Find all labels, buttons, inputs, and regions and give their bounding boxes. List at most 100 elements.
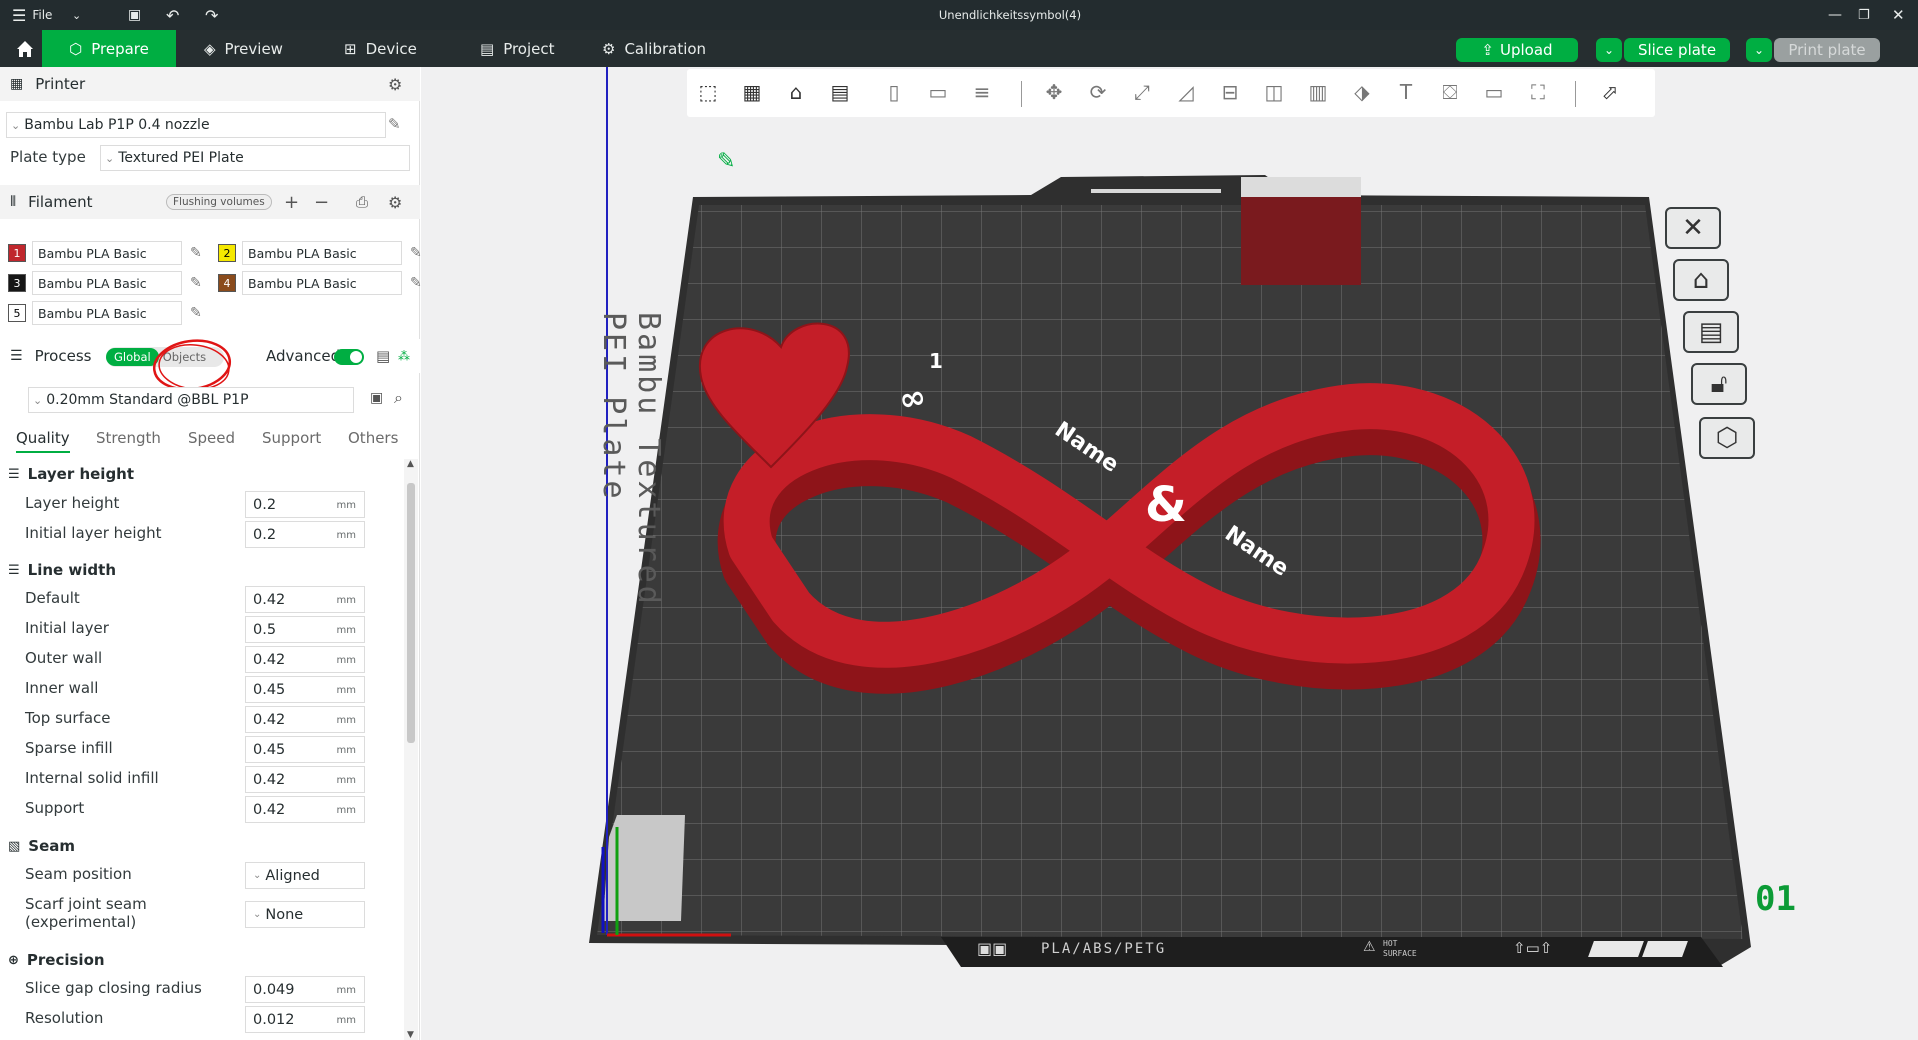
subtab-strength[interactable]: Strength (96, 429, 161, 447)
setting-top-surface-input[interactable]: 0.42 mm (245, 706, 365, 733)
filament-5-name[interactable]: Bambu PLA Basic (32, 301, 182, 325)
unit-label: mm (336, 715, 356, 726)
setting-value: 0.45 (253, 681, 286, 698)
tab-project[interactable]: ▤ Project (480, 30, 555, 67)
filament-slot-3[interactable]: 3 Bambu PLA Basic ✎ (8, 271, 202, 295)
setting-resolution-input[interactable]: 0.012 mm (245, 1006, 365, 1033)
setting-layer-height-input[interactable]: 0.2 mm (245, 491, 365, 518)
slice-dropdown-chevron-icon[interactable]: ⌄ (1596, 38, 1622, 62)
filament-settings-gear-icon[interactable]: ⚙ (388, 193, 402, 212)
upload-button[interactable]: ⇪ Upload (1456, 38, 1578, 62)
filament-3-swatch[interactable]: 3 (8, 274, 26, 292)
lock-plate-icon[interactable]: 🔓︎ (1691, 363, 1747, 405)
layer-height-icon: ☰ (8, 466, 20, 482)
printer-edit-icon[interactable]: ✎ (388, 115, 401, 133)
filament-slot-5[interactable]: 5 Bambu PLA Basic ✎ (8, 301, 202, 325)
redo-icon[interactable]: ↷ (205, 0, 218, 30)
setting-support-input[interactable]: 0.42 mm (245, 796, 365, 823)
home-icon[interactable] (8, 30, 42, 67)
group-seam: ▧ Seam (8, 837, 75, 855)
plate-indicator-icons: ⇧▭⇧ (1513, 939, 1553, 957)
settings-scrollbar[interactable]: ▲ ▼ (404, 459, 418, 1040)
3d-viewport[interactable]: ⬚ ▦ ⌂ ▤ ▯ ▭ ≡ ✥ ⟳ ⤢ ◿ ⊟ ◫ ▥ ⬗ T ⛋ ▭ ⛶ ⬀ … (421, 67, 1918, 1040)
plate-type-select[interactable]: ⌄ Textured PEI Plate (100, 145, 410, 171)
file-menu-chevron-icon[interactable]: ⌄ (72, 0, 81, 30)
process-compare-icon[interactable]: ⁂ (398, 349, 410, 363)
filament-3-name[interactable]: Bambu PLA Basic (32, 271, 182, 295)
filament-slot-1[interactable]: 1 Bambu PLA Basic ✎ (8, 241, 202, 265)
subtab-support[interactable]: Support (262, 429, 321, 447)
process-save-icon[interactable]: ▣ (370, 390, 383, 406)
setting-inner-wall-input[interactable]: 0.45 mm (245, 676, 365, 703)
tab-device[interactable]: ⊞ Device (344, 30, 417, 67)
arrange-plate-icon[interactable]: ▤ (1683, 311, 1739, 353)
slice-plate-button[interactable]: Slice plate (1624, 38, 1730, 62)
filament-3-edit-icon[interactable]: ✎ (190, 275, 202, 291)
quality-settings-list: ☰ Layer height Layer height 0.2 mm Initia… (0, 457, 404, 1040)
process-list-icon[interactable]: ▤ (376, 347, 390, 365)
filament-slot-4[interactable]: 4 Bambu PLA Basic ✎ (218, 271, 422, 295)
plate-settings-icon[interactable]: ⬡ (1699, 417, 1755, 459)
setting-scarf-joint-select[interactable]: ⌄ None (245, 901, 365, 928)
restore-icon[interactable]: ❐ (1858, 0, 1870, 30)
printer-section-label: Printer (35, 75, 86, 93)
setting-internal-solid-infill-input[interactable]: 0.42 mm (245, 766, 365, 793)
subtab-others[interactable]: Others (348, 429, 398, 447)
plate-filament-label: PLA/ABS/PETG (1041, 941, 1167, 957)
printer-settings-gear-icon[interactable]: ⚙ (388, 75, 402, 94)
filament-slot-2[interactable]: 2 Bambu PLA Basic ✎ (218, 241, 422, 265)
setting-inner-wall-label: Inner wall (25, 679, 99, 697)
flushing-volumes-button[interactable]: Flushing volumes (166, 194, 272, 210)
filament-1-swatch[interactable]: 1 (8, 244, 26, 262)
setting-seam-position-select[interactable]: ⌄ Aligned (245, 862, 365, 889)
printer-section-header: ▦ Printer ⚙ (0, 67, 420, 101)
printer-select[interactable]: ⌄ Bambu Lab P1P 0.4 nozzle (6, 112, 386, 138)
setting-internal-solid-infill-label: Internal solid infill (25, 769, 159, 787)
unit-label: mm (336, 500, 356, 511)
filament-1-edit-icon[interactable]: ✎ (190, 245, 202, 261)
printer-select-chevron-icon: ⌄ (11, 118, 21, 132)
filament-2-name[interactable]: Bambu PLA Basic (242, 241, 402, 265)
setting-value: 0.45 (253, 741, 286, 758)
setting-initial-layer-height-input[interactable]: 0.2 mm (245, 521, 365, 548)
subtab-speed[interactable]: Speed (188, 429, 235, 447)
auto-orient-plate-icon[interactable]: ⌂ (1673, 259, 1729, 301)
filament-2-edit-icon[interactable]: ✎ (410, 245, 422, 261)
close-window-icon[interactable]: ✕ (1892, 0, 1905, 30)
filament-sync-icon[interactable]: ⎙ (356, 193, 368, 211)
process-preset-select[interactable]: ⌄ 0.20mm Standard @BBL P1P (28, 387, 354, 413)
setting-default-input[interactable]: 0.42 mm (245, 586, 365, 613)
subtab-quality[interactable]: Quality (16, 429, 70, 453)
setting-initial-layer-input[interactable]: 0.5 mm (245, 616, 365, 643)
filament-5-swatch[interactable]: 5 (8, 304, 26, 322)
hamburger-icon: ☰ (12, 5, 27, 25)
save-icon[interactable]: ▣ (128, 0, 141, 30)
tab-calibration[interactable]: ⚙ Calibration (602, 30, 706, 67)
print-dropdown-chevron-icon[interactable]: ⌄ (1746, 38, 1772, 62)
advanced-toggle[interactable] (334, 349, 364, 365)
filament-4-edit-icon[interactable]: ✎ (410, 275, 422, 291)
remove-filament-icon[interactable]: − (314, 192, 329, 213)
add-filament-icon[interactable]: + (284, 192, 299, 213)
print-plate-button[interactable]: Print plate (1774, 38, 1880, 62)
filament-2-swatch[interactable]: 2 (218, 244, 236, 262)
minimize-icon[interactable]: — (1828, 0, 1842, 30)
tab-preview[interactable]: ◈ Preview (204, 30, 283, 67)
plate-logo-icon: ▣▣ (977, 939, 1008, 958)
setting-outer-wall-input[interactable]: 0.42 mm (245, 646, 365, 673)
process-search-icon[interactable]: ⌕ (394, 388, 403, 408)
undo-icon[interactable]: ↶ (166, 0, 179, 30)
setting-sparse-infill-input[interactable]: 0.45 mm (245, 736, 365, 763)
delete-all-icon[interactable]: ✕ (1665, 207, 1721, 249)
file-menu[interactable]: ☰ File (12, 0, 52, 30)
filament-4-name[interactable]: Bambu PLA Basic (242, 271, 402, 295)
group-line-width-title: Line width (27, 561, 117, 579)
group-precision-title: Precision (26, 951, 105, 969)
tab-prepare[interactable]: ⬡ Prepare (42, 30, 176, 67)
filament-1-name[interactable]: Bambu PLA Basic (32, 241, 182, 265)
filament-4-swatch[interactable]: 4 (218, 274, 236, 292)
setting-slice-gap-input[interactable]: 0.049 mm (245, 976, 365, 1003)
upload-label: Upload (1500, 41, 1553, 59)
filament-5-edit-icon[interactable]: ✎ (190, 305, 202, 321)
setting-value: 0.049 (253, 981, 295, 998)
